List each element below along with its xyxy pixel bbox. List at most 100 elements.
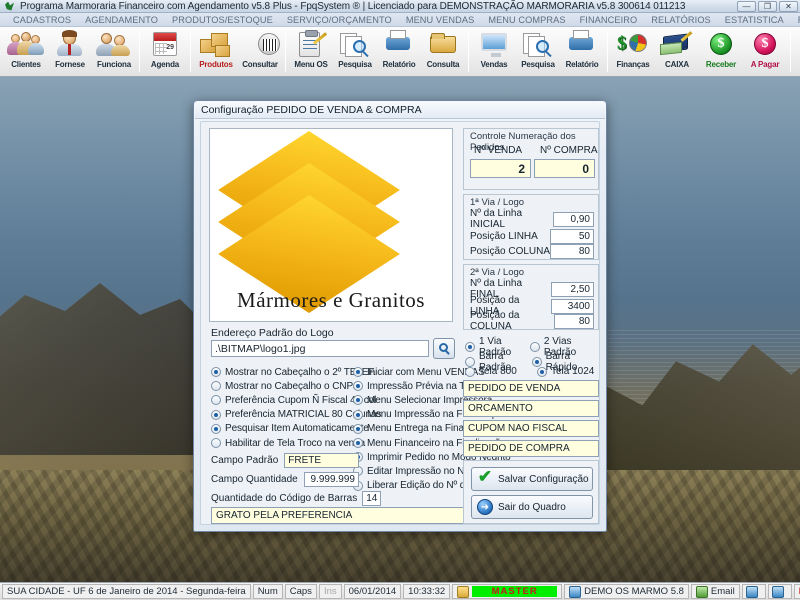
radio-icon[interactable]: [353, 424, 363, 434]
via1-row-linha-inicial: Nº da Linha INICIAL 0,90: [470, 211, 594, 227]
option-menu-financeiro-finalizacao[interactable]: Menu Financeiro na Finalização: [353, 436, 477, 450]
toolbar-button-a-pagar[interactable]: $ A Pagar: [743, 29, 787, 75]
campo-codigo-barras-input[interactable]: 14: [362, 491, 381, 506]
doc-name-orcamento[interactable]: ORCAMENTO: [463, 400, 599, 417]
main-menubar[interactable]: CADASTROS AGENDAMENTO PRODUTOS/ESTOQUE S…: [0, 13, 800, 27]
toolbar-button-consultar[interactable]: Consultar: [238, 29, 282, 75]
toolbar-button-pesquisa-vendas[interactable]: Pesquisa: [516, 29, 560, 75]
toolbar-button-relatorio-os[interactable]: Relatório: [377, 29, 421, 75]
option-matricial-80-colunas[interactable]: Preferência MATRICIAL 80 Colunas: [211, 408, 357, 422]
via1-posicao-linha-input[interactable]: 50: [550, 229, 594, 244]
scroll-icon: [796, 29, 800, 59]
radio-icon[interactable]: [353, 395, 363, 405]
menu-financeiro[interactable]: FINANCEIRO: [573, 15, 645, 25]
numero-venda-input[interactable]: 2: [470, 159, 531, 178]
option-iniciar-menu-vendas[interactable]: Iniciar com Menu VENDAS: [353, 365, 477, 379]
save-config-button[interactable]: ✔ Salvar Configuração: [471, 467, 593, 491]
toolbar-button-vendas[interactable]: Vendas: [472, 29, 516, 75]
toolbar-button-caixa[interactable]: CAIXA: [655, 29, 699, 75]
option-menu-selecionar-impressora[interactable]: Menu Selecionar Impressora: [353, 393, 477, 407]
close-button[interactable]: ✕: [779, 1, 798, 12]
toolbar-button-pesquisa-os[interactable]: Pesquisa: [333, 29, 377, 75]
campo-padrao-input[interactable]: FRETE: [284, 453, 359, 468]
radio-icon[interactable]: [537, 367, 547, 377]
menu-servico-orcamento[interactable]: SERVIÇO/ORÇAMENTO: [280, 15, 399, 25]
toolbar-button-clientes[interactable]: Clientes: [4, 29, 48, 75]
status-network-cell[interactable]: [768, 584, 792, 599]
option-mostrar-2-telef[interactable]: Mostrar no Cabeçalho o 2º TELEF.: [211, 365, 357, 379]
toolbar-button-cartas[interactable]: Cartas: [794, 29, 800, 75]
status-email: Email: [711, 586, 735, 597]
products-icon: [196, 29, 236, 59]
restore-button[interactable]: ❐: [758, 1, 777, 12]
doc-name-pedido-compra[interactable]: PEDIDO DE COMPRA: [463, 440, 599, 457]
toolbar-button-funciona[interactable]: Funciona: [92, 29, 136, 75]
option-menu-entrega-finalizacao[interactable]: Menu Entrega na Finalização: [353, 422, 477, 436]
toolbar-label-caixa: CAIXA: [665, 60, 689, 69]
via2-posicao-coluna-input[interactable]: 80: [554, 314, 594, 329]
menu-agendamento[interactable]: AGENDAMENTO: [78, 15, 165, 25]
frase-rodape-input[interactable]: GRATO PELA PREFERENCIA: [211, 507, 477, 524]
campo-quantidade-input[interactable]: 9.999.999: [304, 472, 359, 487]
status-printer-cell[interactable]: [742, 584, 766, 599]
radio-icon[interactable]: [353, 410, 363, 420]
toolbar-button-menu-os[interactable]: Menu OS: [289, 29, 333, 75]
option-impressao-previa-tela[interactable]: Impressão Prévia na TELA: [353, 379, 477, 393]
via2-linha-final-input[interactable]: 2,50: [551, 282, 594, 297]
radio-icon[interactable]: [211, 438, 221, 448]
minimize-button[interactable]: —: [737, 1, 756, 12]
numero-compra-input[interactable]: 0: [534, 159, 595, 178]
toolbar-separator: [468, 30, 469, 72]
toolbar-button-consulta-os[interactable]: Consulta: [421, 29, 465, 75]
option-mostrar-cnpj[interactable]: Mostrar no Cabeçalho o CNPJ: [211, 379, 357, 393]
mode-option-tela-1024[interactable]: Tela 1024: [537, 366, 594, 377]
toolbar-button-relatorio-vendas[interactable]: Relatório: [560, 29, 604, 75]
radio-icon[interactable]: [211, 367, 221, 377]
radio-icon[interactable]: [353, 367, 363, 377]
mode-options-panel[interactable]: 1 Via Padrão 2 Vias Padrão Barra Padrão …: [463, 334, 599, 380]
radio-icon[interactable]: [353, 438, 363, 448]
menu-cadastros[interactable]: CADASTROS: [6, 15, 78, 25]
toolbar-button-fornese[interactable]: Fornese: [48, 29, 92, 75]
radio-icon[interactable]: [211, 381, 221, 391]
toolbar-button-receber[interactable]: $ Receber: [699, 29, 743, 75]
toolbar-button-agenda[interactable]: 29 Agenda: [143, 29, 187, 75]
logo-path-input[interactable]: .\BITMAP\logo1.jpg: [211, 340, 429, 357]
mode-option-tela-800[interactable]: Tela 800: [465, 366, 537, 377]
mode-label: Tela 1024: [551, 366, 594, 377]
radio-icon[interactable]: [211, 424, 221, 434]
menu-estatistica[interactable]: ESTATISTICA: [718, 15, 791, 25]
main-toolbar[interactable]: Clientes Fornese Funciona: [0, 27, 800, 77]
options-column-right[interactable]: Iniciar com Menu VENDAS Impressão Prévia…: [353, 365, 477, 493]
option-tela-troco[interactable]: Habilitar de Tela Troco na venda: [211, 436, 357, 450]
option-menu-impressao-finalizacao[interactable]: Menu Impressão na Finalização: [353, 408, 477, 422]
via2-posicao-linha-input[interactable]: 3400: [551, 299, 594, 314]
toolbar-button-produtos[interactable]: Produtos: [194, 29, 238, 75]
menu-produtos-estoque[interactable]: PRODUTOS/ESTOQUE: [165, 15, 280, 25]
doc-name-cupom-nao-fiscal[interactable]: CUPOM NAO FISCAL: [463, 420, 599, 437]
menu-vendas[interactable]: MENU VENDAS: [399, 15, 482, 25]
via1-posicao-coluna-input[interactable]: 80: [550, 244, 594, 259]
radio-icon[interactable]: [465, 367, 475, 377]
config-dialog: Configuração PEDIDO DE VENDA & COMPRA Má…: [193, 100, 607, 532]
logo-browse-button[interactable]: [433, 338, 455, 359]
option-cupom-fiscal-40col[interactable]: Preferência Cupom Ñ Fiscal 40 col: [211, 393, 357, 407]
window-controls[interactable]: — ❐ ✕: [737, 1, 798, 12]
exit-dialog-button[interactable]: ➜ Sair do Quadro: [471, 495, 593, 519]
menu-compras[interactable]: MENU COMPRAS: [481, 15, 572, 25]
status-email-cell[interactable]: Email: [691, 584, 740, 599]
option-pesquisar-item-auto[interactable]: Pesquisar Item Automaticamente: [211, 422, 357, 436]
toolbar-button-financas[interactable]: $ Finanças: [611, 29, 655, 75]
radio-icon[interactable]: [353, 381, 363, 391]
toolbar-group-vendas: Vendas Pesquisa Relatório: [472, 29, 604, 75]
menu-relatorios[interactable]: RELATÓRIOS: [644, 15, 718, 25]
menu-ferramentas[interactable]: FERRAMENTAS: [791, 15, 800, 25]
magnifier-icon: [439, 343, 448, 352]
radio-icon[interactable]: [211, 410, 221, 420]
option-editar-notepad[interactable]: Editar Impressão no NOTEPAD: [353, 464, 477, 478]
options-column-left[interactable]: Mostrar no Cabeçalho o 2º TELEF. Mostrar…: [211, 365, 357, 450]
doc-name-pedido-venda[interactable]: PEDIDO DE VENDA: [463, 380, 599, 397]
radio-icon[interactable]: [211, 395, 221, 405]
option-imprimir-modo-negrito[interactable]: Imprimir Pedido no Modo Negrito: [353, 450, 477, 464]
via1-linha-inicial-input[interactable]: 0,90: [553, 212, 594, 227]
